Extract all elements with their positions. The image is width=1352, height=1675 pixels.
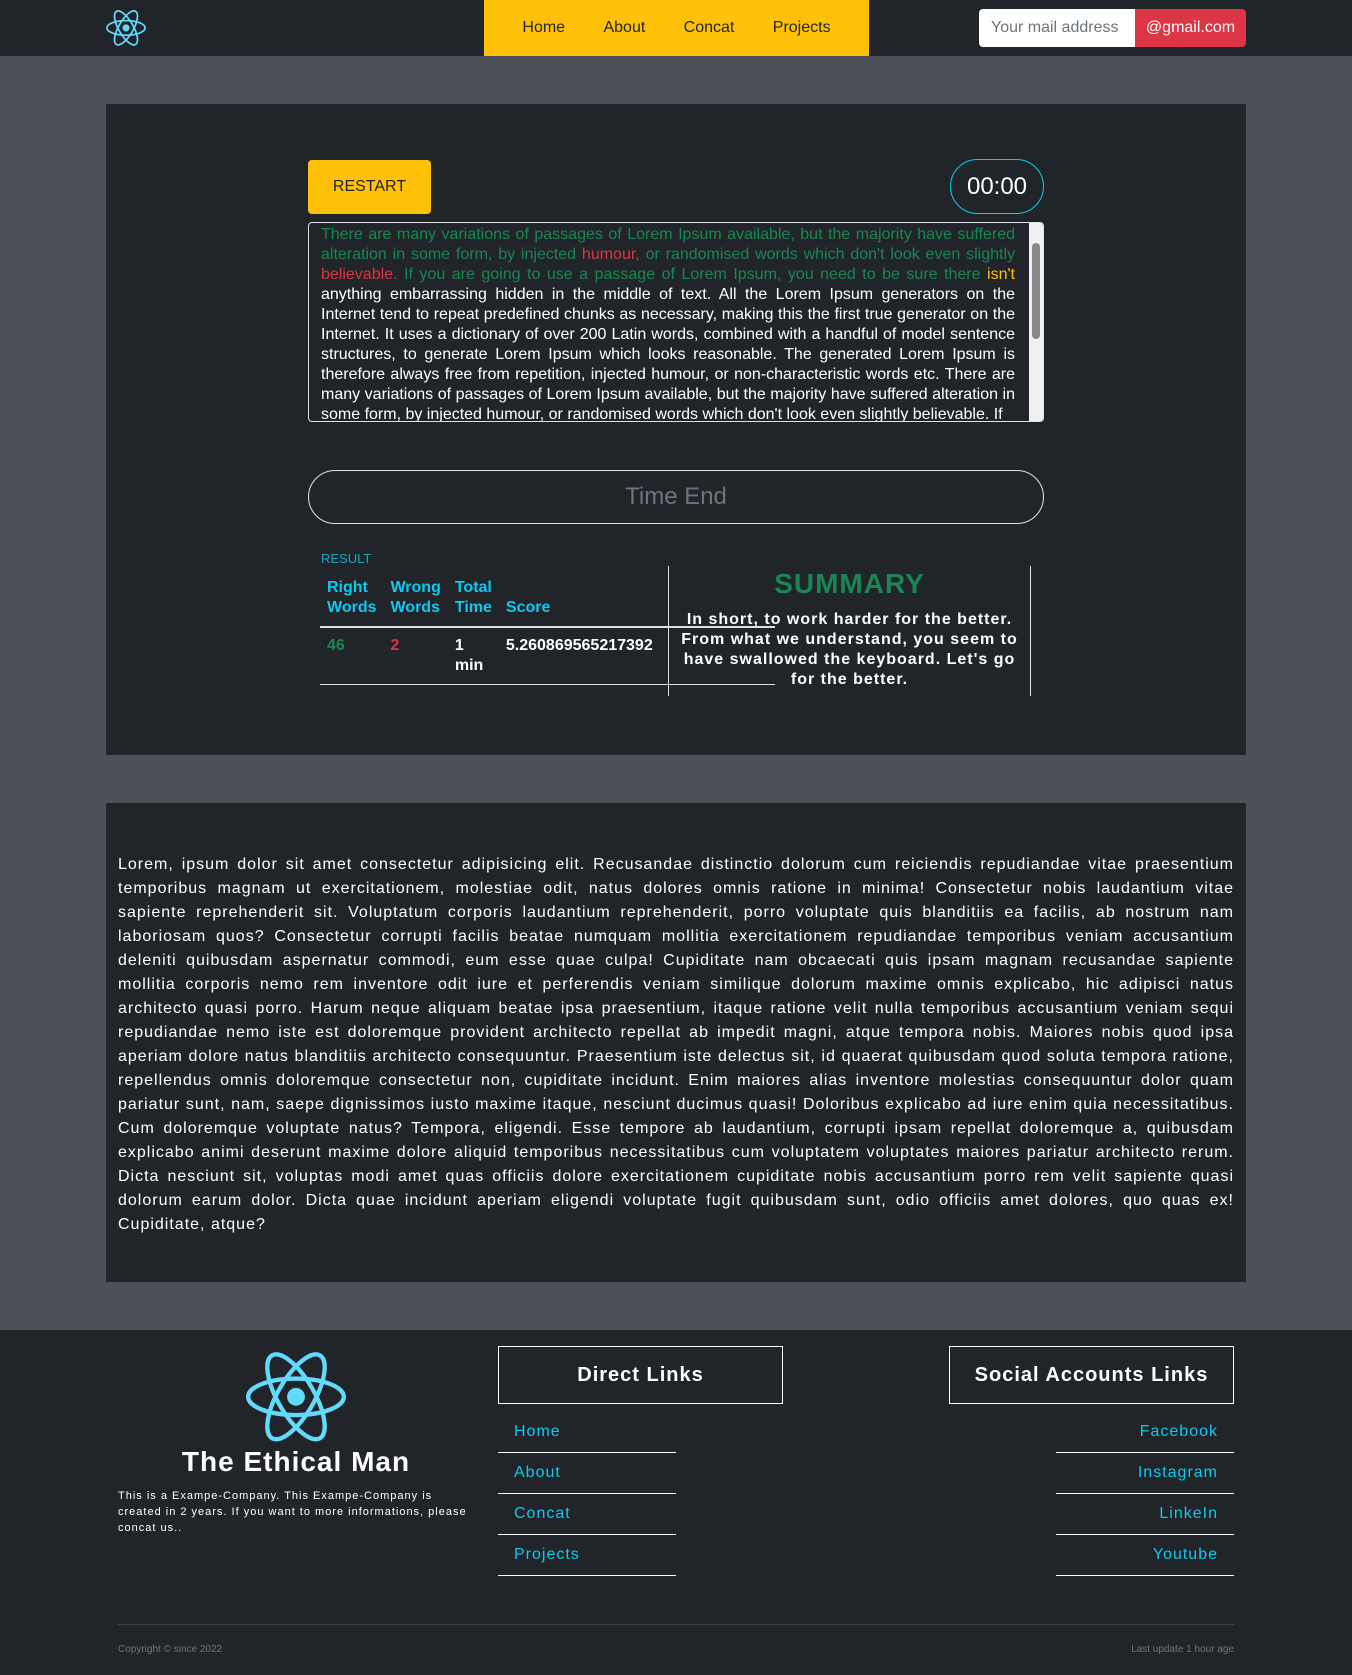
content-card: Lorem, ipsum dolor sit amet consectetur … (106, 803, 1246, 1282)
typing-input[interactable]: Time End (308, 470, 1044, 524)
nav-link-home[interactable]: Home (522, 19, 565, 37)
scrollbar-thumb[interactable] (1032, 243, 1040, 339)
social-link-linkedin[interactable]: LinkeIn (1056, 1494, 1234, 1535)
react-atom-icon[interactable] (106, 9, 146, 47)
wrong-words-value: 2 (383, 627, 448, 685)
mail-input[interactable] (979, 9, 1135, 47)
nav-link-concat[interactable]: Concat (684, 19, 735, 37)
typing-test-card: RESTART 00:00 There are many variations … (106, 104, 1246, 755)
typing-text: There are many variations of passages of… (321, 225, 1016, 422)
last-update-text: Last update 1 hour age (1131, 1644, 1234, 1655)
total-time-value: 1 min (447, 627, 499, 685)
typing-text-box[interactable]: There are many variations of passages of… (308, 222, 1044, 422)
nav-menu: Home About Concat Projects (484, 0, 869, 56)
footer-link-projects[interactable]: Projects (498, 1535, 676, 1576)
header-wrong-words: Wrong Words (383, 570, 448, 628)
social-link-instagram[interactable]: Instagram (1056, 1453, 1234, 1494)
restart-button[interactable]: RESTART (308, 160, 431, 214)
social-link-youtube[interactable]: Youtube (1056, 1535, 1234, 1576)
brand-description: This is a Exampe-Company. This Exampe-Co… (118, 1490, 467, 1534)
header-total-time: Total Time (447, 570, 499, 628)
lorem-paragraph: Lorem, ipsum dolor sit amet consectetur … (118, 856, 1234, 1233)
result-label: RESULT (321, 551, 372, 566)
summary-panel: SUMMARY In short, to work harder for the… (668, 566, 1031, 696)
social-link-facebook[interactable]: Facebook (1056, 1412, 1234, 1453)
footer-link-about[interactable]: About (498, 1453, 676, 1494)
mail-suffix-addon: @gmail.com (1135, 9, 1246, 47)
copyright-text: Copyright © since 2022 (118, 1644, 223, 1655)
summary-text: In short, to work harder for the better.… (681, 611, 1018, 688)
right-words-value: 46 (320, 627, 384, 685)
footer-link-home[interactable]: Home (498, 1412, 676, 1453)
typed-correct-text: or randomised words which don't look eve… (639, 246, 1016, 263)
brand-name: The Ethical Man (181, 1446, 411, 1477)
navbar: Home About Concat Projects @gmail.com (0, 0, 1352, 56)
footer-link-concat[interactable]: Concat (498, 1494, 676, 1535)
timer-display: 00:00 (950, 159, 1044, 214)
social-links-heading: Social Accounts Links (949, 1346, 1234, 1404)
typed-wrong-word: humour, (581, 246, 640, 263)
text-scrollbar[interactable] (1029, 223, 1043, 421)
direct-links-heading: Direct Links (498, 1346, 783, 1404)
typed-wrong-word: believable. (321, 266, 398, 283)
footer-divider (118, 1624, 1234, 1625)
nav-link-about[interactable]: About (603, 19, 645, 37)
nav-link-projects[interactable]: Projects (773, 19, 831, 37)
current-word: isn't (987, 266, 1015, 283)
summary-title: SUMMARY (774, 568, 925, 599)
typed-correct-text: If you are going to use a passage of Lor… (397, 266, 988, 283)
header-right-words: Right Words (320, 570, 384, 628)
footer: The Ethical Man This is a Exampe-Company… (0, 1330, 1352, 1675)
remaining-text: anything embarrassing hidden in the midd… (321, 286, 1015, 422)
react-atom-icon (246, 1352, 346, 1442)
